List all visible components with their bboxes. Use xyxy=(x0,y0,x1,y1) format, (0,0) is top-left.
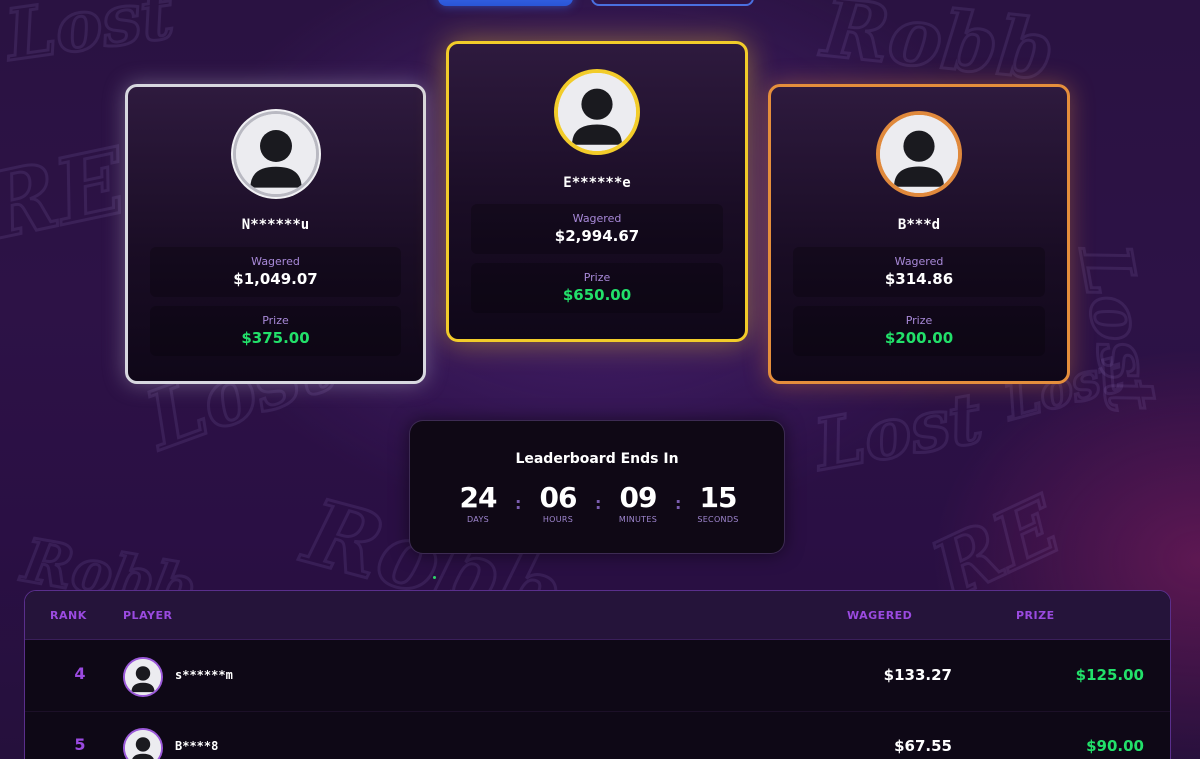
wagered-box: Wagered $1,049.07 xyxy=(150,247,401,297)
table-row: 4 s******m $133.27 $125.00 xyxy=(25,641,1170,712)
prize-box: Prize $650.00 xyxy=(471,263,723,313)
row-player-name: B****8 xyxy=(175,739,219,753)
top-nav-secondary-button[interactable] xyxy=(591,0,754,6)
countdown-hours: 06 HOURS xyxy=(523,481,593,524)
podium-card-first: E******e Wagered $2,994.67 Prize $650.00 xyxy=(446,41,748,342)
prize-value: $375.00 xyxy=(241,329,310,347)
user-silhouette-icon xyxy=(235,114,316,194)
countdown-days-label: DAYS xyxy=(466,515,490,524)
podium-card-third: B***d Wagered $314.86 Prize $200.00 xyxy=(768,84,1070,384)
row-wagered: $133.27 xyxy=(883,666,952,684)
countdown-separator: : xyxy=(675,494,682,513)
row-player-name: s******m xyxy=(175,668,233,682)
table-header: RANK PLAYER WAGERED PRIZE xyxy=(25,591,1170,640)
player-name: N******u xyxy=(241,217,310,233)
player-name: E******e xyxy=(563,175,631,191)
wagered-box: Wagered $314.86 xyxy=(793,247,1045,297)
row-wagered: $67.55 xyxy=(894,737,952,755)
svg-text:Lost: Lost xyxy=(1063,237,1174,418)
prize-box: Prize $200.00 xyxy=(793,306,1045,356)
countdown-hours-value: 06 xyxy=(539,481,578,514)
wagered-value: $2,994.67 xyxy=(554,227,640,245)
leaderboard-table: RANK PLAYER WAGERED PRIZE 4 s******m $13… xyxy=(24,590,1171,759)
prize-label: Prize xyxy=(583,271,611,284)
avatar xyxy=(876,111,962,197)
avatar xyxy=(232,111,319,197)
user-silhouette-icon xyxy=(125,659,161,695)
header-prize: PRIZE xyxy=(1016,609,1055,622)
player-name: B***d xyxy=(897,217,941,233)
prize-label: Prize xyxy=(262,314,289,327)
countdown-days-value: 24 xyxy=(459,481,498,514)
countdown-panel: Leaderboard Ends In 24 DAYS : 06 HOURS :… xyxy=(409,420,785,554)
avatar xyxy=(554,69,640,155)
wagered-box: Wagered $2,994.67 xyxy=(471,204,723,254)
prize-box: Prize $375.00 xyxy=(150,306,401,356)
avatar xyxy=(123,728,163,759)
avatar xyxy=(123,657,163,697)
countdown-seconds: 15 SECONDS xyxy=(683,481,753,524)
wagered-value: $314.86 xyxy=(884,270,954,288)
user-silhouette-icon xyxy=(558,73,636,151)
countdown-minutes: 09 MINUTES xyxy=(603,481,673,524)
status-dot xyxy=(433,576,436,579)
countdown-separator: : xyxy=(595,494,602,513)
wagered-label: Wagered xyxy=(894,255,944,268)
podium-card-second: N******u Wagered $1,049.07 Prize $375.00 xyxy=(125,84,426,384)
prize-value: $200.00 xyxy=(884,329,954,347)
countdown-separator: : xyxy=(515,494,522,513)
countdown-seconds-value: 15 xyxy=(699,481,738,514)
wagered-label: Wagered xyxy=(251,255,300,268)
row-prize: $125.00 xyxy=(1075,666,1144,684)
countdown-days: 24 DAYS xyxy=(443,481,513,524)
table-row: 5 B****8 $67.55 $90.00 xyxy=(25,712,1170,759)
row-rank: 4 xyxy=(74,664,86,683)
user-silhouette-icon xyxy=(125,730,161,759)
countdown-minutes-value: 09 xyxy=(619,481,658,514)
svg-text:Lost: Lost xyxy=(807,376,988,487)
prize-label: Prize xyxy=(905,314,933,327)
countdown-seconds-label: SECONDS xyxy=(697,515,739,524)
svg-text:RE: RE xyxy=(0,128,136,262)
row-prize: $90.00 xyxy=(1086,737,1144,755)
svg-text:Lost: Lost xyxy=(0,0,178,77)
header-wagered: WAGERED xyxy=(847,609,913,622)
header-rank: RANK xyxy=(50,609,87,622)
countdown-hours-label: HOURS xyxy=(542,515,574,524)
countdown-minutes-label: MINUTES xyxy=(618,515,658,524)
user-silhouette-icon xyxy=(880,115,958,193)
row-rank: 5 xyxy=(74,735,86,754)
top-nav-primary-button[interactable] xyxy=(438,0,573,6)
countdown-title: Leaderboard Ends In xyxy=(515,451,679,467)
header-player: PLAYER xyxy=(123,609,173,622)
wagered-label: Wagered xyxy=(572,212,622,225)
prize-value: $650.00 xyxy=(562,286,632,304)
wagered-value: $1,049.07 xyxy=(233,270,318,288)
